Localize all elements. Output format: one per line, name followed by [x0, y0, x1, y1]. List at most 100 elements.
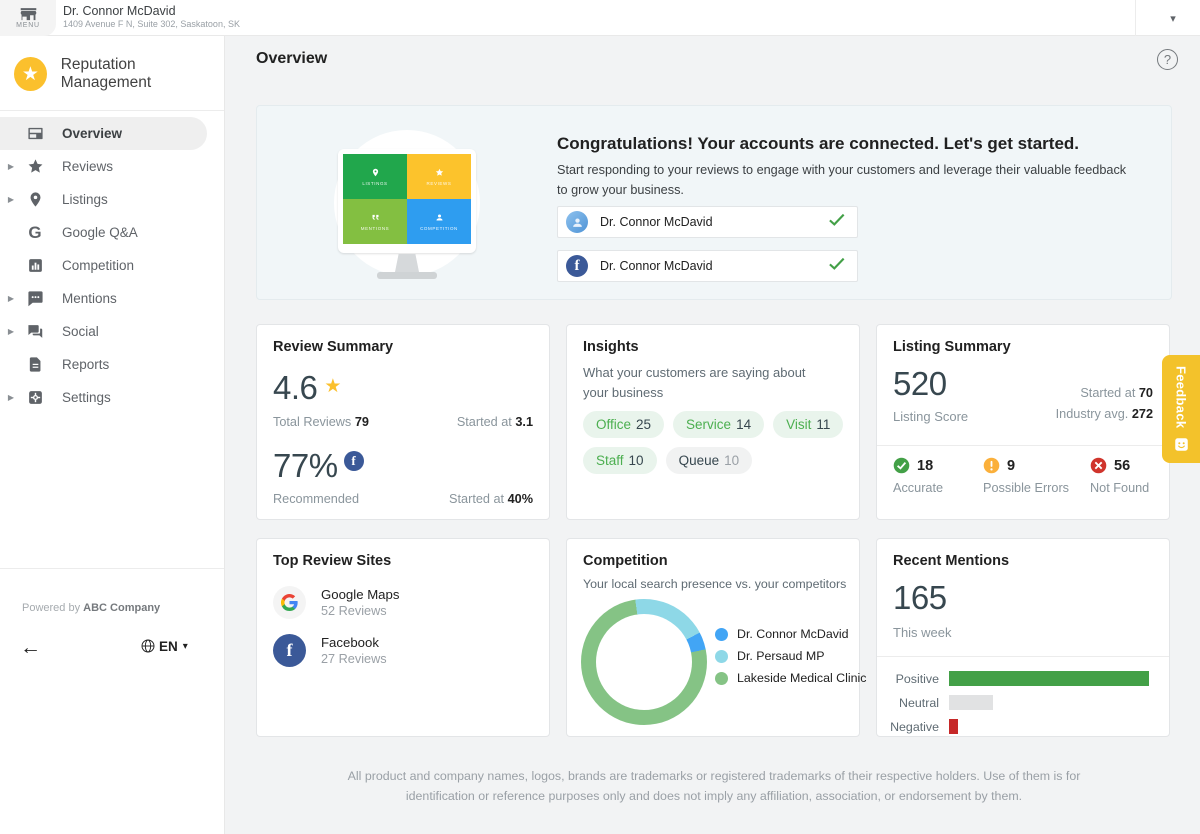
google-business-avatar — [566, 211, 588, 233]
legend-dot — [715, 672, 728, 685]
gear-icon — [25, 388, 45, 408]
competition-donut-chart — [581, 599, 707, 725]
person-icon — [435, 213, 444, 224]
card-divider — [877, 656, 1169, 657]
recommended-label: Recommended — [273, 492, 359, 506]
language-selector[interactable]: EN ▾ — [140, 638, 188, 654]
sentiment-row-neutral: Neutral — [877, 693, 1169, 712]
monitor-tile-competition: COMPETITION — [407, 199, 471, 244]
recent-mentions-card: Recent Mentions 165 This week Positive N… — [876, 538, 1170, 737]
average-rating: 4.6 — [273, 369, 317, 407]
total-reviews: Total Reviews 79 — [273, 415, 369, 429]
app-logo-row: ★ Reputation Management — [0, 36, 224, 110]
language-code: EN — [159, 639, 178, 654]
business-switcher[interactable]: Dr. Connor McDavid 1409 Avenue F N, Suit… — [63, 4, 240, 29]
globe-icon — [140, 638, 156, 654]
help-button[interactable]: ? — [1157, 49, 1178, 70]
banner-subtitle: Start responding to your reviews to enga… — [557, 160, 1129, 201]
monitor-tile-listings: LISTINGS — [343, 154, 407, 199]
sentiment-bars: Positive Neutral Negative — [877, 669, 1169, 741]
connected-account-facebook[interactable]: f Dr. Connor McDavid — [557, 250, 858, 282]
check-icon — [829, 213, 845, 231]
smiley-icon — [1174, 437, 1189, 452]
sidebar-controls: ← EN ▾ — [0, 634, 224, 670]
bar-chart-icon — [25, 256, 45, 276]
listing-summary-card: Listing Summary 520 Listing Score Starte… — [876, 324, 1170, 520]
insight-tag-visit[interactable]: Visit11 — [773, 411, 843, 438]
sidebar-item-reports[interactable]: Reports — [0, 348, 224, 381]
competition-legend: Dr. Connor McDavid Dr. Persaud MP Lakesi… — [715, 627, 866, 685]
insight-tag-service[interactable]: Service14 — [673, 411, 764, 438]
check-circle-icon — [893, 457, 910, 474]
business-address: 1409 Avenue F N, Suite 302, Saskatoon, S… — [63, 19, 240, 29]
legend-item: Dr. Persaud MP — [715, 649, 866, 663]
app-name: Reputation Management — [61, 56, 224, 92]
mentions-count: 165 — [893, 579, 947, 617]
legend-dot — [715, 628, 728, 641]
facebook-icon: f — [344, 451, 364, 471]
star-icon: ★ — [324, 375, 341, 398]
stat-not-found: 56 Not Found — [1090, 457, 1149, 495]
sidebar-item-listings[interactable]: ▶ Listings — [0, 183, 224, 216]
insights-subtitle: What your customers are saying about you… — [583, 363, 818, 402]
caret-down-icon: ▾ — [1170, 12, 1176, 25]
quote-icon — [371, 213, 380, 224]
recommended-percent: 77% — [273, 447, 338, 485]
listing-benchmarks: Started at 70 Industry avg. 272 — [1056, 383, 1153, 425]
stat-accurate: 18 Accurate — [893, 457, 943, 495]
welcome-banner: LISTINGS REVIEWS MENTIONS COMPETITION Co… — [256, 105, 1172, 300]
monitor-tile-mentions: MENTIONS — [343, 199, 407, 244]
feedback-tab[interactable]: Feedback — [1162, 355, 1200, 463]
sidebar-item-competition[interactable]: Competition — [0, 249, 224, 282]
back-arrow-button[interactable]: ← — [20, 637, 41, 658]
chevron-right-icon: ▶ — [0, 393, 22, 402]
top-review-sites-card: Top Review Sites Google Maps 52 Reviews … — [256, 538, 550, 737]
site-facebook[interactable]: f Facebook 27 Reviews — [273, 634, 387, 667]
listing-score-label: Listing Score — [893, 409, 968, 424]
sentiment-row-negative: Negative — [877, 717, 1169, 736]
chevron-right-icon: ▶ — [0, 327, 22, 336]
sidebar-bottom-divider — [0, 568, 224, 569]
powered-by: Powered by ABC Company — [22, 602, 160, 614]
insight-tag-office[interactable]: Office25 — [583, 411, 664, 438]
sidebar-item-google-qa[interactable]: G Google Q&A — [0, 216, 224, 249]
positive-bar — [949, 671, 1149, 686]
rating-started-at: Started at 3.1 — [457, 415, 533, 429]
location-pin-icon — [25, 190, 45, 210]
app-logo: ★ — [14, 57, 47, 91]
star-icon: ★ — [22, 63, 39, 86]
menu-button[interactable]: MENU — [0, 0, 56, 36]
insights-card: Insights What your customers are saying … — [566, 324, 860, 520]
sidebar-nav: Overview ▶ Reviews ▶ Listings G Google Q… — [0, 111, 224, 414]
competition-card: Competition Your local search presence v… — [566, 538, 860, 737]
insight-tag-staff[interactable]: Staff10 — [583, 447, 657, 474]
sidebar-item-social[interactable]: ▶ Social — [0, 315, 224, 348]
monitor-base — [377, 272, 437, 279]
site-google-maps[interactable]: Google Maps 52 Reviews — [273, 586, 399, 619]
stat-possible-errors: 9 Possible Errors — [983, 457, 1069, 495]
chat-bubble-icon — [25, 289, 45, 309]
document-icon — [25, 355, 45, 375]
insight-tag-queue[interactable]: Queue10 — [666, 447, 753, 474]
monitor-illustration: LISTINGS REVIEWS MENTIONS COMPETITION — [338, 149, 476, 253]
chevron-right-icon: ▶ — [0, 162, 22, 171]
account-caret-button[interactable]: ▾ — [1158, 0, 1188, 36]
star-icon — [435, 168, 444, 179]
connected-account-google[interactable]: Dr. Connor McDavid — [557, 206, 858, 238]
sidebar-item-settings[interactable]: ▶ Settings — [0, 381, 224, 414]
dashboard-icon — [25, 124, 45, 144]
check-icon — [829, 257, 845, 275]
sidebar-item-mentions[interactable]: ▶ Mentions — [0, 282, 224, 315]
sidebar-item-overview[interactable]: Overview — [0, 117, 207, 150]
main-content: Overview ? LISTINGS REVIEWS MENTIONS — [225, 36, 1200, 834]
topbar-divider — [1135, 0, 1136, 36]
monitor-tile-reviews: REVIEWS — [407, 154, 471, 199]
question-mark-icon: ? — [1164, 52, 1171, 67]
sidebar: ★ Reputation Management Overview ▶ Revie… — [0, 36, 225, 834]
card-divider — [877, 445, 1169, 446]
facebook-icon: f — [273, 634, 306, 667]
sidebar-item-reviews[interactable]: ▶ Reviews — [0, 150, 224, 183]
monitor-stand — [395, 254, 419, 272]
negative-bar — [949, 719, 958, 734]
legend-dot — [715, 650, 728, 663]
